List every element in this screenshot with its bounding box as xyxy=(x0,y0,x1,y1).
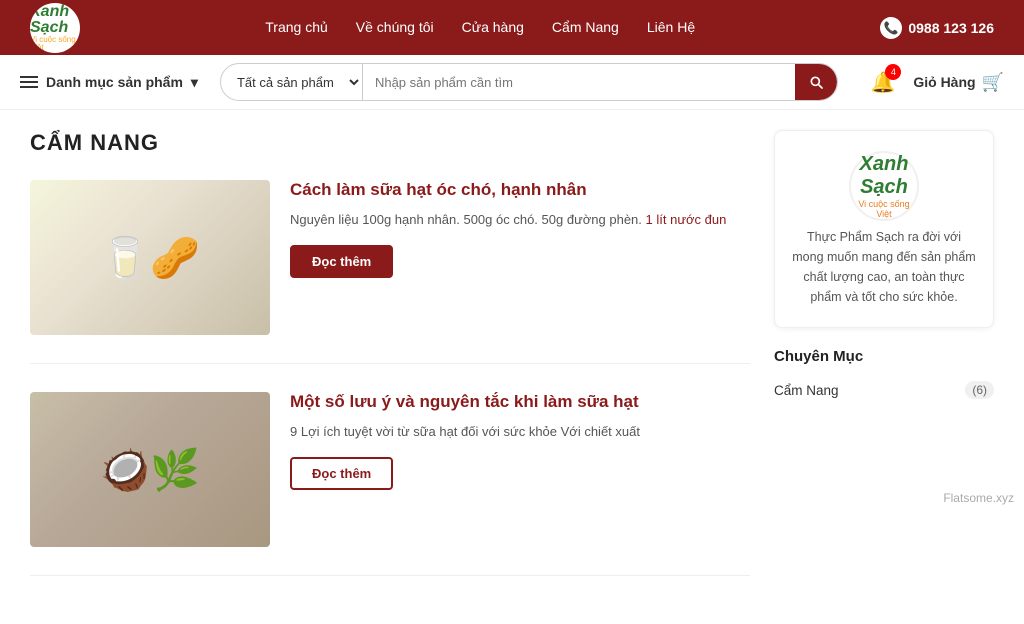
watermark: Flatsome.xyz xyxy=(943,491,1014,505)
search-icon xyxy=(808,74,824,90)
article-title[interactable]: Một số lưu ý và nguyên tắc khi làm sữa h… xyxy=(290,392,750,412)
sidebar-section-title: Chuyên Mục xyxy=(774,348,994,365)
page-title: CẨM NANG xyxy=(30,130,750,156)
brand-tagline: Vi cuộc sống Việt xyxy=(30,36,80,52)
hamburger-icon xyxy=(20,76,38,88)
cart-icon: 🛒 xyxy=(982,72,1004,93)
nav-guides[interactable]: Cẩm Nang xyxy=(552,19,619,35)
category-select[interactable]: Tất cả sản phẩm xyxy=(221,64,363,100)
cart-label: Giỏ Hàng xyxy=(913,74,975,90)
article-excerpt-link[interactable]: 1 lít nước đun xyxy=(646,212,727,227)
top-navigation: Xanh Sạch Vi cuộc sống Việt Trang chủ Về… xyxy=(0,0,1024,55)
brand-name: Xanh Sạch xyxy=(30,4,80,36)
article-body: Cách làm sữa hạt óc chó, hạnh nhân Nguyê… xyxy=(290,180,750,335)
read-more-button-2[interactable]: Đọc thêm xyxy=(290,457,393,490)
article-body: Một số lưu ý và nguyên tắc khi làm sữa h… xyxy=(290,392,750,547)
dropdown-chevron: ▾ xyxy=(191,74,198,91)
article-image xyxy=(30,180,270,335)
phone-area[interactable]: 📞 0988 123 126 xyxy=(880,17,994,39)
sidebar: Xanh Sạch Vi cuộc sống Việt Thực Phẩm Sạ… xyxy=(774,130,994,604)
article-card: Cách làm sữa hạt óc chó, hạnh nhân Nguyê… xyxy=(30,180,750,364)
notification-bell[interactable]: 🔔 4 xyxy=(870,70,895,95)
read-more-button-1[interactable]: Đọc thêm xyxy=(290,245,393,278)
articles-section: CẨM NANG Cách làm sữa hạt óc chó, hạnh n… xyxy=(30,130,750,604)
sidebar-categories: Chuyên Mục Cẩm Nang (6) xyxy=(774,348,994,405)
article-excerpt: Nguyên liệu 100g hạnh nhân. 500g óc chó.… xyxy=(290,210,750,231)
cart-button[interactable]: Giỏ Hàng 🛒 xyxy=(913,72,1004,93)
nav-links: Trang chủ Về chúng tôi Cửa hàng Cẩm Nang… xyxy=(265,19,695,37)
logo-circle: Xanh Sạch Vi cuộc sống Việt xyxy=(30,3,80,53)
sidebar-category-item[interactable]: Cẩm Nang (6) xyxy=(774,375,994,405)
phone-icon: 📞 xyxy=(880,17,902,39)
main-content: CẨM NANG Cách làm sữa hạt óc chó, hạnh n… xyxy=(0,110,1024,624)
nav-about[interactable]: Về chúng tôi xyxy=(356,19,434,35)
category-count: (6) xyxy=(965,381,994,399)
phone-number: 0988 123 126 xyxy=(908,20,994,36)
secondary-navigation: Danh mục sản phẩm ▾ Tất cả sản phẩm 🔔 4 … xyxy=(0,55,1024,110)
article-title[interactable]: Cách làm sữa hạt óc chó, hạnh nhân xyxy=(290,180,750,200)
article-excerpt: 9 Lợi ích tuyệt vời từ sữa hạt đối với s… xyxy=(290,422,750,443)
nav-home[interactable]: Trang chủ xyxy=(265,19,328,35)
notification-count: 4 xyxy=(885,64,901,80)
sidebar-brand-name: Xanh Sạch xyxy=(851,153,917,199)
category-menu-button[interactable]: Danh mục sản phẩm ▾ xyxy=(20,74,198,91)
sidebar-logo: Xanh Sạch Vi cuộc sống Việt xyxy=(849,151,919,221)
category-name: Cẩm Nang xyxy=(774,383,839,398)
search-input[interactable] xyxy=(363,75,795,90)
article-card: Một số lưu ý và nguyên tắc khi làm sữa h… xyxy=(30,392,750,576)
search-button[interactable] xyxy=(795,63,837,101)
logo-area[interactable]: Xanh Sạch Vi cuộc sống Việt xyxy=(30,3,80,53)
sidebar-brand-tagline: Vi cuộc sống Việt xyxy=(851,199,917,219)
cart-area: 🔔 4 Giỏ Hàng 🛒 xyxy=(870,70,1004,95)
sidebar-logo-card: Xanh Sạch Vi cuộc sống Việt Thực Phẩm Sạ… xyxy=(774,130,994,328)
nav-store[interactable]: Cửa hàng xyxy=(462,19,524,35)
search-container: Tất cả sản phẩm xyxy=(220,63,838,101)
article-image xyxy=(30,392,270,547)
sidebar-description: Thực Phẩm Sạch ra đời với mong muốn mang… xyxy=(791,227,977,307)
category-menu-label: Danh mục sản phẩm xyxy=(46,74,183,90)
nav-contact[interactable]: Liên Hệ xyxy=(647,19,695,35)
